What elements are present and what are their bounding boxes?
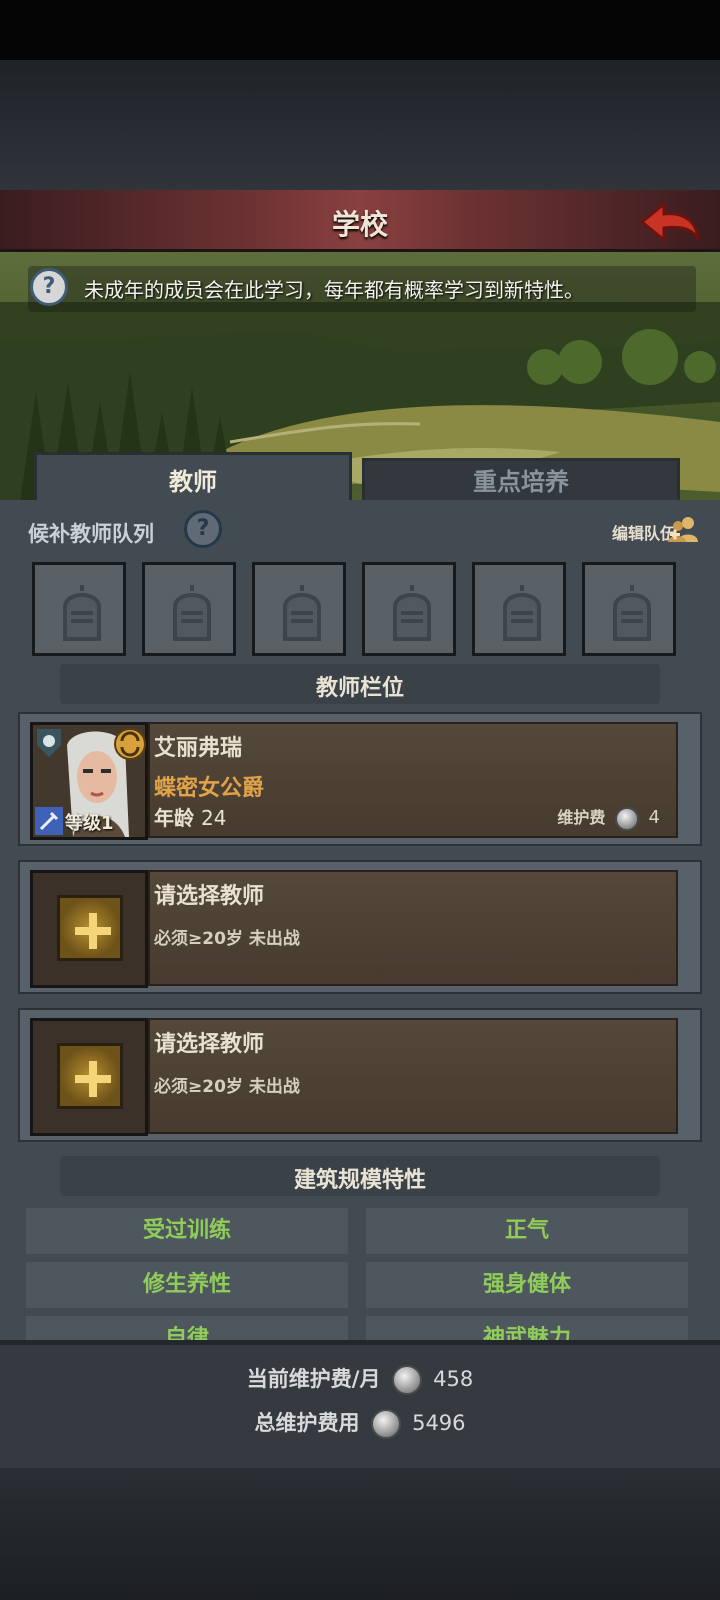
knight-helmet-icon bbox=[63, 585, 101, 641]
sun-shield-icon bbox=[37, 729, 61, 757]
monthly-upkeep-label: 当前维护费/月 bbox=[246, 1367, 381, 1391]
back-arrow-icon[interactable] bbox=[638, 198, 702, 246]
select-teacher-label: 请选择教师 bbox=[154, 884, 265, 909]
tab-focus-training[interactable]: 重点培养 bbox=[362, 458, 680, 504]
knight-helmet-icon bbox=[173, 585, 211, 641]
monthly-upkeep-value: 458 bbox=[433, 1367, 474, 1391]
knight-helmet-icon bbox=[613, 585, 651, 641]
knight-helmet-icon bbox=[393, 585, 431, 641]
total-upkeep-label: 总维护费用 bbox=[254, 1411, 360, 1435]
total-upkeep-value: 5496 bbox=[412, 1411, 466, 1435]
silver-coin-icon bbox=[370, 1409, 401, 1439]
info-banner: ? 未成年的成员会在此学习，每年都有概率学习到新特性。 bbox=[28, 266, 696, 312]
knight-helmet-icon bbox=[503, 585, 541, 641]
add-teacher-frame[interactable] bbox=[30, 1018, 148, 1136]
silver-coin-icon bbox=[614, 806, 639, 831]
page-title: 学校 bbox=[331, 208, 388, 241]
upkeep-value: 4 bbox=[648, 807, 660, 828]
queue-slot[interactable] bbox=[252, 562, 346, 656]
edit-team-button[interactable]: 编辑队伍 bbox=[612, 520, 676, 544]
trait-item[interactable]: 正气 bbox=[366, 1208, 688, 1254]
add-teacher-button[interactable] bbox=[57, 1043, 123, 1109]
swap-icon[interactable] bbox=[113, 727, 147, 761]
queue-help-icon[interactable]: ? bbox=[184, 510, 222, 548]
slot-requirement: 必须≥20岁 未出战 bbox=[154, 929, 300, 949]
school-panel: 学校 ? 未成年的成员会在此学习，每年都有概率学习到新特性。 教师 重点培养 候… bbox=[0, 190, 720, 1468]
add-teacher-frame[interactable] bbox=[30, 870, 148, 988]
level-label: 等级1 bbox=[65, 813, 114, 834]
upkeep-label: 维护费 bbox=[557, 808, 606, 827]
queue-slot[interactable] bbox=[362, 562, 456, 656]
backdrop-bottom bbox=[0, 1468, 720, 1600]
panel-header: 学校 bbox=[0, 190, 720, 252]
teachers-tab-content: 候补教师队列 ? 编辑队伍 教师栏位 等级1 艾丽弗瑞 蝶密女公爵 年龄 24 … bbox=[0, 500, 720, 1468]
teacher-title: 蝶密女公爵 bbox=[154, 776, 265, 801]
info-text: 未成年的成员会在此学习，每年都有概率学习到新特性。 bbox=[84, 278, 584, 302]
team-icon[interactable] bbox=[668, 514, 698, 544]
queue-slot[interactable] bbox=[142, 562, 236, 656]
age-label: 年龄 bbox=[154, 806, 194, 830]
select-teacher-label: 请选择教师 bbox=[154, 1032, 265, 1057]
teacher-card[interactable]: 等级1 艾丽弗瑞 蝶密女公爵 年龄 24 维护费 4 bbox=[18, 712, 702, 846]
empty-teacher-slot[interactable]: 请选择教师 必须≥20岁 未出战 bbox=[18, 860, 702, 994]
queue-slot[interactable] bbox=[32, 562, 126, 656]
trait-item[interactable]: 受过训练 bbox=[26, 1208, 348, 1254]
trait-item[interactable]: 强身健体 bbox=[366, 1262, 688, 1308]
knight-helmet-icon bbox=[283, 585, 321, 641]
status-bar bbox=[0, 0, 720, 60]
teacher-slots-title: 教师栏位 bbox=[315, 676, 404, 701]
slot-requirement: 必须≥20岁 未出战 bbox=[154, 1077, 300, 1097]
add-teacher-button[interactable] bbox=[57, 895, 123, 961]
backdrop-top bbox=[0, 60, 720, 190]
trait-item[interactable]: 修生养性 bbox=[26, 1262, 348, 1308]
queue-title: 候补教师队列 bbox=[28, 522, 154, 546]
sword-class-icon bbox=[35, 807, 63, 835]
silver-coin-icon bbox=[391, 1365, 422, 1395]
queue-slot[interactable] bbox=[472, 562, 566, 656]
help-icon[interactable]: ? bbox=[30, 268, 68, 306]
building-traits-title: 建筑规模特性 bbox=[293, 1168, 426, 1193]
teacher-portrait[interactable]: 等级1 bbox=[30, 722, 148, 840]
upkeep-footer: 当前维护费/月 458 总维护费用 5496 bbox=[0, 1340, 720, 1468]
age-value: 24 bbox=[200, 806, 227, 830]
queue-slot[interactable] bbox=[582, 562, 676, 656]
teacher-name: 艾丽弗瑞 bbox=[154, 736, 243, 761]
empty-teacher-slot[interactable]: 请选择教师 必须≥20岁 未出战 bbox=[18, 1008, 702, 1142]
